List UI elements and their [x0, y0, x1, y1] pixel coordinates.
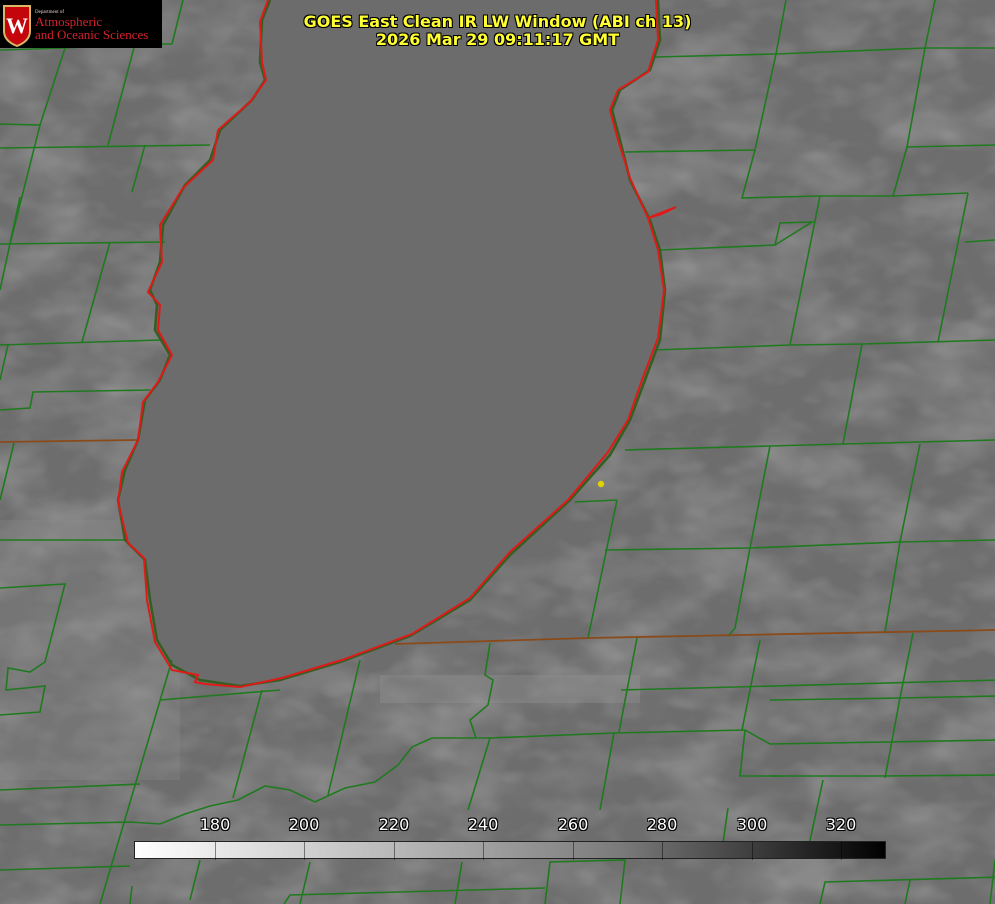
map-timestamp: 2026 Mar 29 09:11:17 GMT — [375, 30, 620, 49]
colorbar-label-180: 180 — [199, 815, 231, 834]
colorbar-label-320: 320 — [825, 815, 857, 834]
colorbar-tick — [483, 842, 484, 860]
colorbar-tick — [752, 842, 753, 860]
satellite-map — [0, 0, 995, 904]
colorbar-tick — [573, 842, 574, 860]
colorbar-label-260: 260 — [557, 815, 589, 834]
colorbar-label-240: 240 — [467, 815, 499, 834]
colorbar-tick — [215, 842, 216, 860]
colorbar-tick — [841, 842, 842, 860]
colorbar-tick — [394, 842, 395, 860]
colorbar-tick — [304, 842, 305, 860]
colorbar-tick — [662, 842, 663, 860]
colorbar — [134, 841, 886, 860]
colorbar-label-300: 300 — [736, 815, 768, 834]
location-marker — [597, 480, 605, 488]
colorbar-label-220: 220 — [378, 815, 410, 834]
colorbar-label-280: 280 — [646, 815, 678, 834]
colorbar-label-200: 200 — [288, 815, 320, 834]
map-title: GOES East Clean IR LW Window (ABI ch 13) — [303, 12, 692, 31]
